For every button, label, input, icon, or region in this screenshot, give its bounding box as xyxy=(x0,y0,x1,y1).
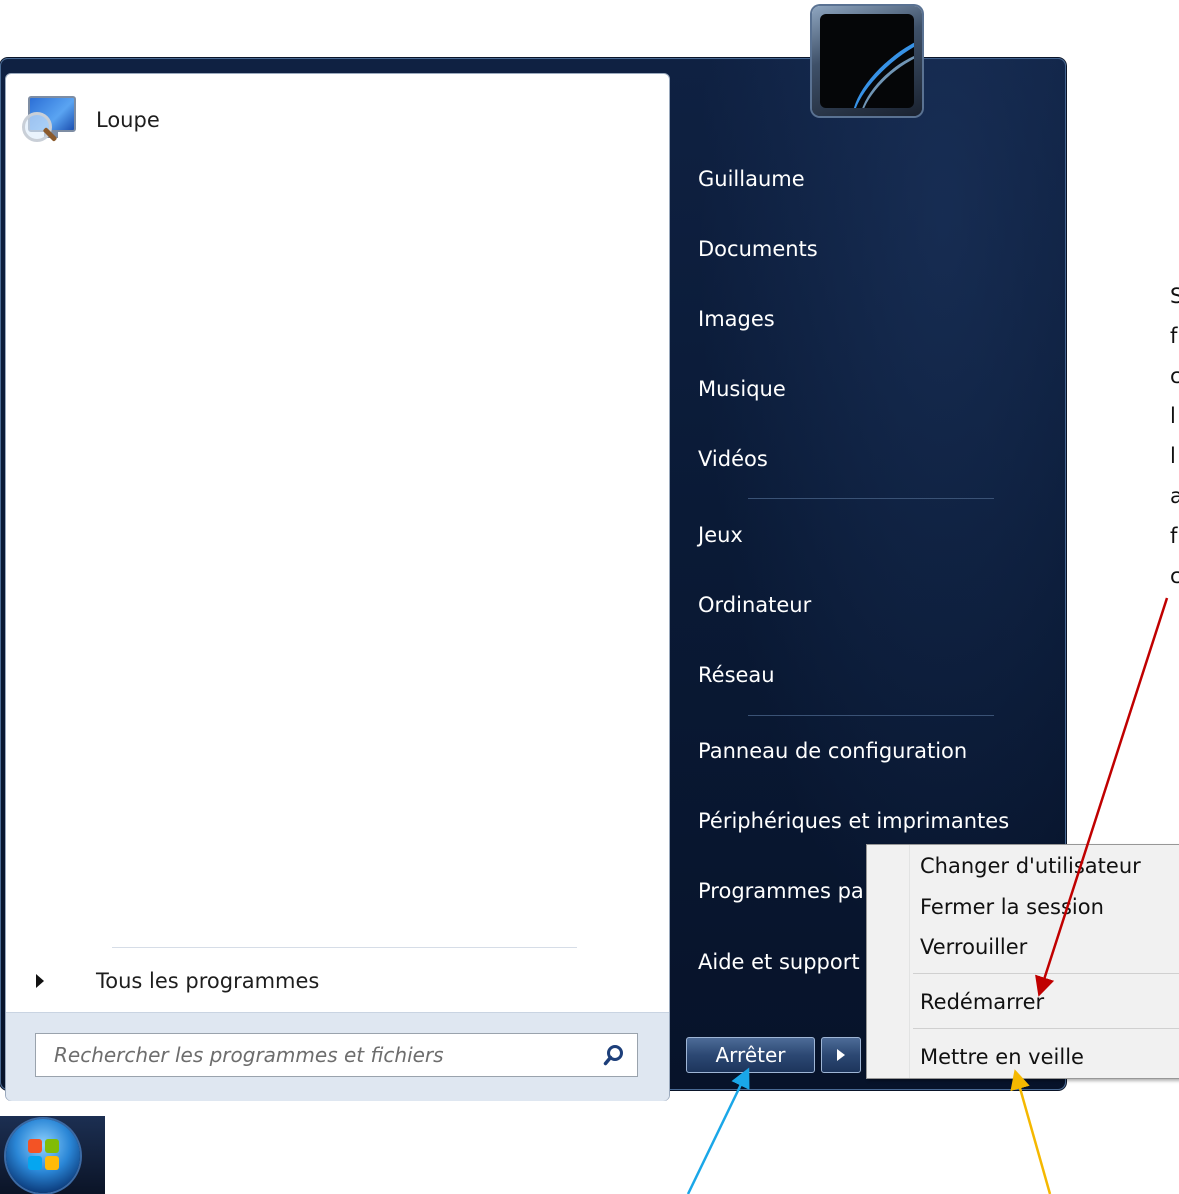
yellow-arrow xyxy=(1010,1069,1052,1194)
annotation-arrows xyxy=(686,597,1169,1194)
red-arrow xyxy=(1035,597,1169,997)
blue-arrow xyxy=(686,1067,750,1194)
